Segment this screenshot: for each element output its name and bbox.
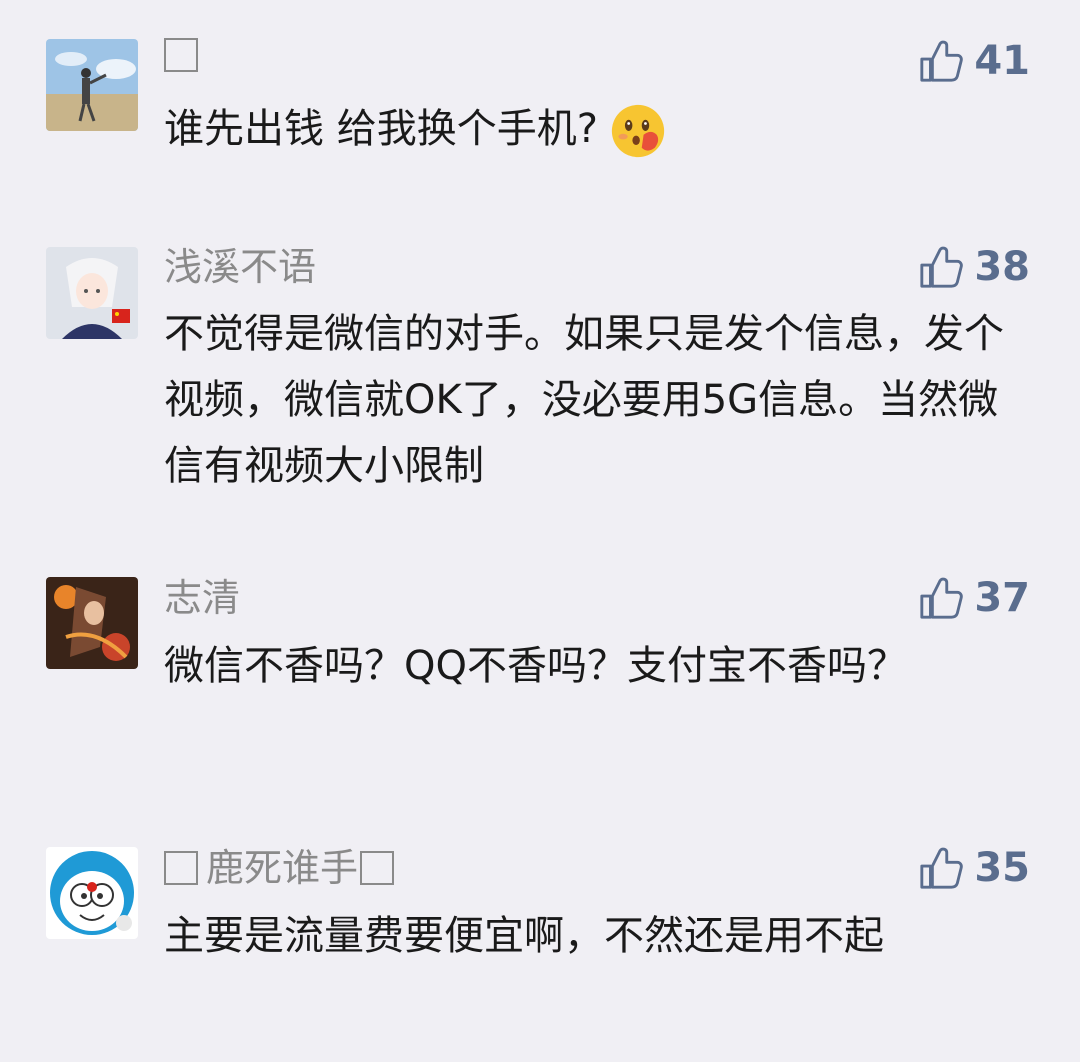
comment-text: 微信不香吗？QQ不香吗？支付宝不香吗？ (164, 643, 907, 689)
comment-text: 谁先出钱 给我换个手机? (164, 96, 1014, 162)
emoji-icon (610, 103, 666, 159)
username-text: 浅溪不语 (164, 245, 317, 289)
username-text: 志清 (164, 576, 241, 620)
thumbs-up-icon (920, 847, 964, 889)
username[interactable]: 浅溪不语 (164, 244, 316, 290)
comment-text: 主要是流量费要便宜啊，不然还是用不起 (164, 913, 884, 959)
username[interactable]: 志清 (164, 575, 240, 621)
avatar[interactable] (46, 577, 138, 669)
like-count: 37 (974, 575, 1030, 621)
like-button[interactable]: 38 (918, 244, 1030, 290)
username-text: 鹿死谁手 (206, 846, 359, 890)
thumbs-up-icon (920, 40, 964, 82)
missing-glyph-icon (164, 851, 198, 885)
like-button[interactable]: 35 (918, 845, 1030, 891)
like-count: 38 (974, 244, 1030, 290)
avatar[interactable] (46, 39, 138, 131)
missing-glyph-icon (360, 851, 395, 885)
username[interactable]: 鹿死谁手 (164, 845, 395, 891)
like-count: 35 (974, 845, 1030, 891)
username[interactable] (164, 38, 206, 72)
thumbs-up-icon (920, 577, 964, 619)
avatar[interactable] (46, 847, 138, 939)
like-button[interactable]: 41 (918, 38, 1030, 84)
comment-body: 谁先出钱 给我换个手机? (164, 106, 598, 152)
comment-text: 不觉得是微信的对手。如果只是发个信息，发个视频，微信就OK了，没必要用5G信息。… (164, 311, 1004, 489)
like-button[interactable]: 37 (918, 575, 1030, 621)
thumbs-up-icon (920, 246, 964, 288)
missing-glyph-icon (164, 38, 198, 72)
avatar[interactable] (46, 247, 138, 339)
like-count: 41 (974, 38, 1030, 84)
